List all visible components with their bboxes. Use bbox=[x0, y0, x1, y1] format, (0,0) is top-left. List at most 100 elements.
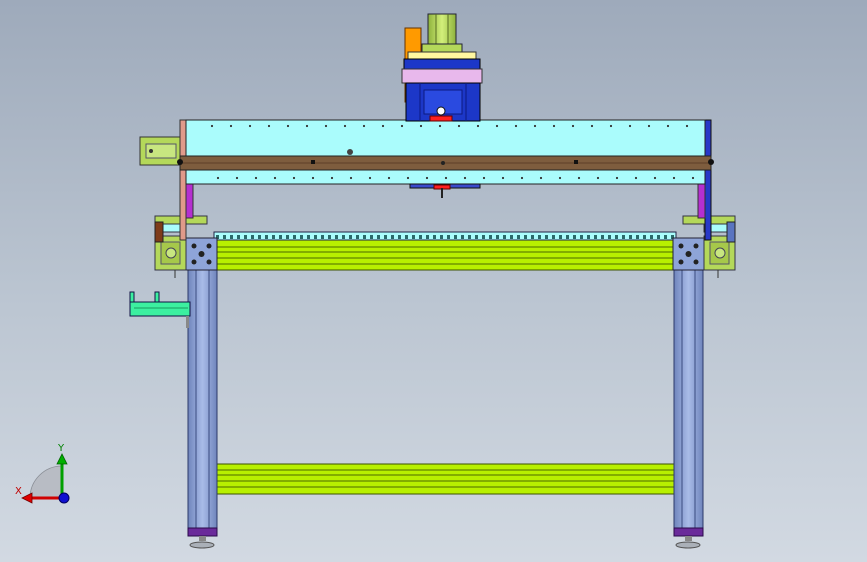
beam-hole bbox=[533, 124, 537, 128]
rack-tooth bbox=[594, 235, 597, 239]
rack-tooth bbox=[496, 235, 499, 239]
beam-hole bbox=[438, 124, 442, 128]
beam-hole bbox=[292, 176, 296, 180]
gear-rack bbox=[213, 231, 677, 241]
rack-tooth bbox=[517, 235, 520, 239]
left-leg[interactable] bbox=[187, 267, 218, 549]
cnc-gantry-model[interactable] bbox=[0, 0, 867, 562]
beam-hole bbox=[400, 124, 404, 128]
rack-tooth bbox=[251, 235, 254, 239]
beam-hole bbox=[571, 124, 575, 128]
beam-hole bbox=[324, 124, 328, 128]
rack-tooth bbox=[384, 235, 387, 239]
rack-tooth bbox=[538, 235, 541, 239]
rack-tooth bbox=[587, 235, 590, 239]
rack-tooth bbox=[447, 235, 450, 239]
y-axis-end-clamp bbox=[139, 136, 181, 166]
beam-hole bbox=[311, 176, 315, 180]
beam-hole bbox=[558, 176, 562, 180]
rack-tooth bbox=[307, 235, 310, 239]
beam-hole bbox=[406, 176, 410, 180]
rack-tooth bbox=[545, 235, 548, 239]
right-leg[interactable] bbox=[673, 267, 704, 549]
rack-tooth bbox=[342, 235, 345, 239]
beam-hole bbox=[254, 176, 258, 180]
beam-hole bbox=[349, 176, 353, 180]
coordinate-triad bbox=[21, 453, 70, 504]
left-corner-bracket bbox=[185, 237, 218, 271]
beam-hole bbox=[520, 176, 524, 180]
rack-tooth bbox=[524, 235, 527, 239]
beam-hole bbox=[495, 124, 499, 128]
beam-hole bbox=[229, 124, 233, 128]
rack-tooth bbox=[405, 235, 408, 239]
rack-tooth bbox=[258, 235, 261, 239]
rack-tooth bbox=[398, 235, 401, 239]
beam-hole bbox=[286, 124, 290, 128]
rack-tooth bbox=[664, 235, 667, 239]
beam-hole bbox=[362, 124, 366, 128]
beam-hole bbox=[343, 124, 347, 128]
rack-tooth bbox=[328, 235, 331, 239]
rack-tooth bbox=[272, 235, 275, 239]
rack-tooth bbox=[622, 235, 625, 239]
rack-tooth bbox=[531, 235, 534, 239]
rack-tooth bbox=[279, 235, 282, 239]
beam-hole bbox=[235, 176, 239, 180]
rack-tooth bbox=[314, 235, 317, 239]
beam-hole bbox=[609, 124, 613, 128]
rack-tooth bbox=[566, 235, 569, 239]
beam-hole bbox=[647, 124, 651, 128]
rack-tooth bbox=[559, 235, 562, 239]
cad-viewport[interactable]: X Y bbox=[0, 0, 867, 562]
gantry-beam[interactable] bbox=[177, 119, 714, 185]
rack-tooth bbox=[433, 235, 436, 239]
rack-tooth bbox=[419, 235, 422, 239]
rack-tooth bbox=[454, 235, 457, 239]
right-corner-bracket bbox=[672, 237, 705, 271]
beam-hole bbox=[514, 124, 518, 128]
rack-tooth bbox=[440, 235, 443, 239]
beam-hole bbox=[577, 176, 581, 180]
rack-tooth bbox=[230, 235, 233, 239]
rack-tooth bbox=[335, 235, 338, 239]
x-axis-label: X bbox=[15, 486, 22, 497]
rack-tooth bbox=[356, 235, 359, 239]
left-side-bracket bbox=[129, 291, 191, 328]
beam-hole bbox=[634, 176, 638, 180]
beam-hole bbox=[210, 124, 214, 128]
rack-tooth bbox=[468, 235, 471, 239]
rack-tooth bbox=[608, 235, 611, 239]
beam-hole bbox=[387, 176, 391, 180]
rack-tooth bbox=[601, 235, 604, 239]
rack-tooth bbox=[503, 235, 506, 239]
rack-tooth bbox=[321, 235, 324, 239]
beam-hole bbox=[482, 176, 486, 180]
beam-hole bbox=[501, 176, 505, 180]
beam-hole bbox=[248, 124, 252, 128]
lower-cross-extrusion bbox=[213, 463, 677, 495]
rack-tooth bbox=[370, 235, 373, 239]
rack-tooth bbox=[265, 235, 268, 239]
beam-hole bbox=[672, 176, 676, 180]
beam-hole bbox=[628, 124, 632, 128]
rack-tooth bbox=[643, 235, 646, 239]
beam-hole bbox=[685, 124, 689, 128]
beam-hole bbox=[419, 124, 423, 128]
rack-tooth bbox=[489, 235, 492, 239]
rack-tooth bbox=[580, 235, 583, 239]
beam-hole bbox=[330, 176, 334, 180]
beam-hole bbox=[267, 124, 271, 128]
rack-tooth bbox=[286, 235, 289, 239]
rack-tooth bbox=[363, 235, 366, 239]
y-axis-label: Y bbox=[58, 443, 65, 454]
rack-tooth bbox=[412, 235, 415, 239]
beam-hole bbox=[596, 176, 600, 180]
rack-tooth bbox=[237, 235, 240, 239]
rack-tooth bbox=[426, 235, 429, 239]
beam-hole bbox=[444, 176, 448, 180]
beam-hole bbox=[552, 124, 556, 128]
rack-tooth bbox=[657, 235, 660, 239]
beam-hole bbox=[463, 176, 467, 180]
beam-hole bbox=[305, 124, 309, 128]
